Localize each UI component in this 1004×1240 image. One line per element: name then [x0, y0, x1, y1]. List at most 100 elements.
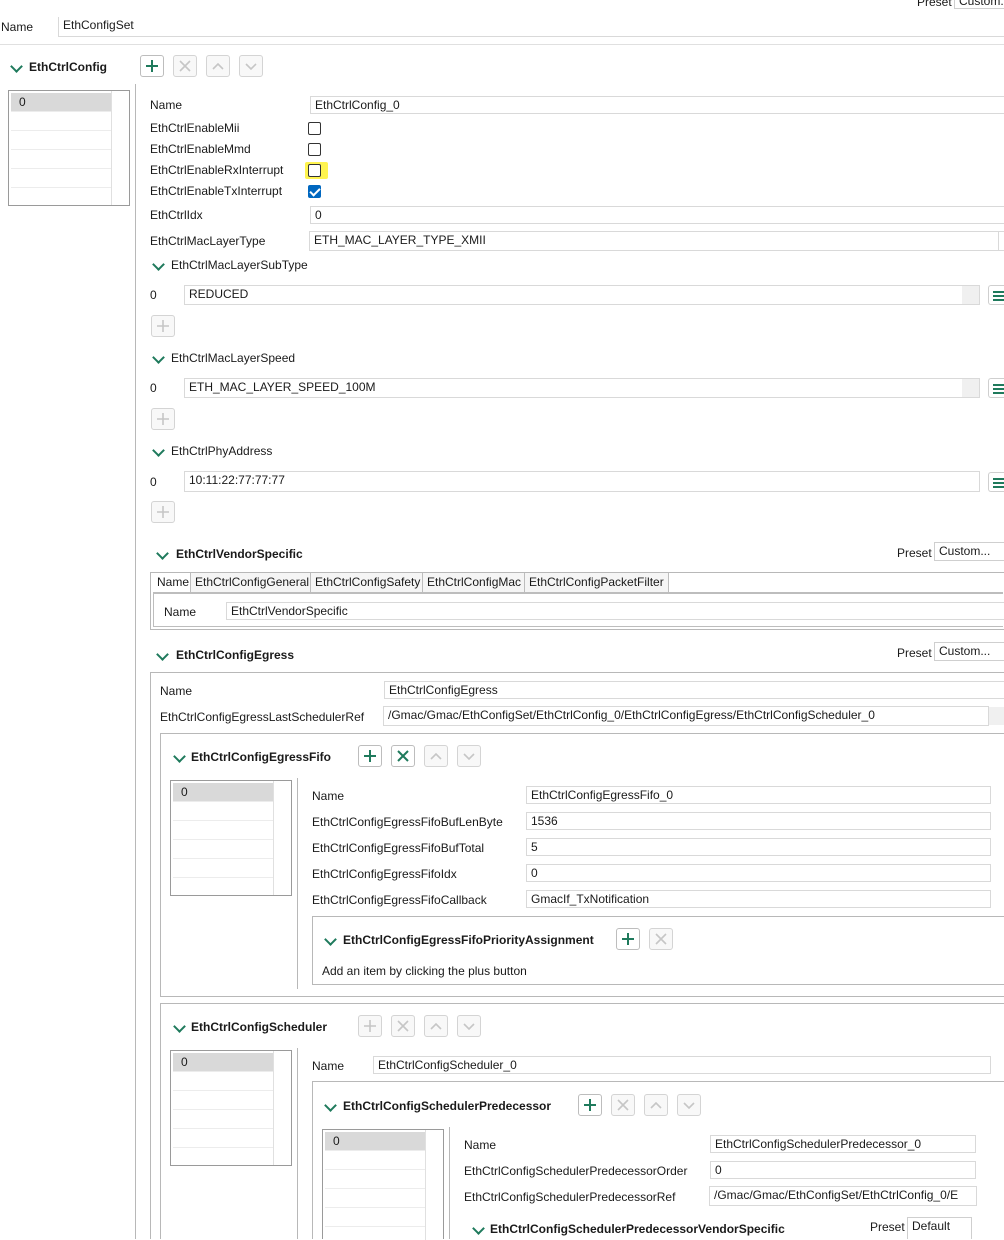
- predecessor-list[interactable]: 0: [322, 1129, 444, 1240]
- list-item: [11, 131, 111, 150]
- mac-layer-speed-select[interactable]: ETH_MAC_LAYER_SPEED_100M: [184, 378, 980, 398]
- predecessor-add-button[interactable]: [578, 1094, 602, 1116]
- vendor-specific-preset-select[interactable]: Custom...: [934, 542, 1004, 561]
- ctrl-idx-input[interactable]: 0: [310, 206, 1004, 224]
- scheduler-move-down-button[interactable]: [457, 1015, 481, 1037]
- scheduler-list[interactable]: 0: [170, 1050, 292, 1166]
- fifo-move-up-button[interactable]: [424, 745, 448, 767]
- list-item[interactable]: 0: [173, 783, 273, 802]
- fifo-idx-input[interactable]: 0: [526, 864, 991, 882]
- vendor-specific-name-label: Name: [164, 605, 197, 619]
- vendor-specific-tab-content: Name EthCtrlVendorSpecific: [153, 593, 1004, 627]
- last-scheduler-ref-select[interactable]: /Gmac/Gmac/EthConfigSet/EthCtrlConfig_0/…: [383, 706, 989, 726]
- list-item[interactable]: 0: [325, 1132, 425, 1151]
- chevron-up-icon: [430, 752, 442, 760]
- fifo-remove-button[interactable]: [391, 745, 415, 767]
- ethctrlconfig-move-up-button[interactable]: [206, 55, 230, 77]
- list-scrollbar-track[interactable]: [111, 91, 112, 205]
- enable-rx-interrupt-label: EthCtrlEnableRxInterrupt: [150, 163, 284, 177]
- scheduler-move-up-button[interactable]: [424, 1015, 448, 1037]
- list-scrollbar-track[interactable]: [273, 1051, 274, 1165]
- ethctrlconfig-remove-button[interactable]: [173, 55, 197, 77]
- predecessor-order-label: EthCtrlConfigSchedulerPredecessorOrder: [464, 1164, 688, 1178]
- enable-mii-checkbox[interactable]: [308, 122, 321, 135]
- fifo-add-button[interactable]: [358, 745, 382, 767]
- last-scheduler-ref-dropdown-button[interactable]: [989, 707, 1004, 725]
- fifo-buf-total-input[interactable]: 5: [526, 838, 991, 856]
- ethctrlconfig-add-button[interactable]: [140, 55, 164, 77]
- egress-chevron-icon[interactable]: [156, 648, 169, 661]
- mac-layer-type-dropdown-edge[interactable]: [999, 231, 1004, 251]
- predecessor-move-down-button[interactable]: [677, 1094, 701, 1116]
- top-preset-select[interactable]: Custom...: [954, 0, 1004, 9]
- ethctrlconfig-move-down-button[interactable]: [239, 55, 263, 77]
- mac-layer-subtype-dropdown-button[interactable]: [962, 286, 979, 304]
- list-item[interactable]: 0: [173, 1053, 273, 1072]
- priority-remove-button[interactable]: [649, 928, 673, 950]
- predecessor-ref-select[interactable]: /Gmac/Gmac/EthConfigSet/EthCtrlConfig_0/…: [709, 1186, 977, 1206]
- enable-tx-interrupt-label: EthCtrlEnableTxInterrupt: [150, 184, 283, 198]
- name-input[interactable]: EthCtrlConfig_0: [310, 96, 1004, 114]
- fifo-buf-len-input[interactable]: 1536: [526, 812, 991, 830]
- list-item: [173, 840, 273, 859]
- vendor-specific-chevron-icon[interactable]: [156, 547, 169, 560]
- egress-preset-select[interactable]: Custom...: [934, 642, 1004, 661]
- mac-layer-subtype-add-button[interactable]: [151, 315, 175, 337]
- vendor-specific-name-input[interactable]: EthCtrlVendorSpecific: [226, 602, 1004, 620]
- tab-ethctrlconfigsafety[interactable]: EthCtrlConfigSafety: [311, 573, 423, 592]
- scheduler-add-button[interactable]: [358, 1015, 382, 1037]
- mac-layer-type-select[interactable]: ETH_MAC_LAYER_TYPE_XMII: [309, 231, 999, 251]
- mac-layer-speed-index: 0: [150, 381, 157, 395]
- tab-ethctrlconfigmac[interactable]: EthCtrlConfigMac: [423, 573, 525, 592]
- phy-address-title: EthCtrlPhyAddress: [171, 444, 273, 458]
- list-item: [173, 1110, 273, 1129]
- predecessor-move-up-button[interactable]: [644, 1094, 668, 1116]
- priority-empty-hint: Add an item by clicking the plus button: [322, 964, 527, 978]
- mac-layer-subtype-title: EthCtrlMacLayerSubType: [171, 258, 308, 272]
- list-item: [11, 169, 111, 188]
- enable-mmd-checkbox[interactable]: [308, 143, 321, 156]
- list-scrollbar-track[interactable]: [273, 781, 274, 895]
- predecessor-content-border: [449, 1127, 450, 1239]
- fifo-name-input[interactable]: EthCtrlConfigEgressFifo_0: [526, 786, 991, 804]
- predecessor-preset-select[interactable]: Default: [907, 1217, 972, 1239]
- predecessor-ref-label: EthCtrlConfigSchedulerPredecessorRef: [464, 1190, 676, 1204]
- mac-layer-speed-menu-button[interactable]: [988, 378, 1004, 398]
- scheduler-remove-button[interactable]: [391, 1015, 415, 1037]
- phy-address-add-button[interactable]: [151, 501, 175, 523]
- priority-add-button[interactable]: [616, 928, 640, 950]
- egress-name-input[interactable]: EthCtrlConfigEgress: [384, 681, 1004, 699]
- phy-address-chevron-icon[interactable]: [152, 444, 165, 457]
- ethctrlconfig-list[interactable]: 0: [8, 90, 130, 206]
- list-scrollbar-track[interactable]: [425, 1130, 426, 1240]
- mac-layer-speed-add-button[interactable]: [151, 408, 175, 430]
- mac-layer-speed-chevron-icon[interactable]: [152, 351, 165, 364]
- ethctrlconfig-collapse-chevron-icon[interactable]: [10, 60, 23, 73]
- predecessor-name-input[interactable]: EthCtrlConfigSchedulerPredecessor_0: [710, 1135, 976, 1153]
- predecessor-order-input[interactable]: 0: [710, 1161, 976, 1179]
- phy-address-menu-button[interactable]: [988, 472, 1004, 492]
- predecessor-preset-label: Preset: [870, 1220, 905, 1234]
- enable-tx-interrupt-checkbox[interactable]: [308, 185, 321, 198]
- predecessor-remove-button[interactable]: [611, 1094, 635, 1116]
- fifo-callback-input[interactable]: GmacIf_TxNotification: [526, 890, 991, 908]
- fifo-list[interactable]: 0: [170, 780, 292, 896]
- vendor-specific-title: EthCtrlVendorSpecific: [176, 547, 303, 561]
- mac-layer-subtype-chevron-icon[interactable]: [152, 258, 165, 271]
- enable-rx-interrupt-checkbox[interactable]: [308, 164, 321, 177]
- scheduler-name-input[interactable]: EthCtrlConfigScheduler_0: [373, 1056, 991, 1074]
- list-item: [325, 1170, 425, 1189]
- content-left-border: [135, 84, 136, 1239]
- fifo-idx-label: EthCtrlConfigEgressFifoIdx: [312, 867, 457, 881]
- tab-name[interactable]: Name: [153, 573, 191, 592]
- mac-layer-subtype-menu-button[interactable]: [988, 285, 1004, 305]
- tab-ethctrlconfigpacketfilter[interactable]: EthCtrlConfigPacketFilter: [525, 573, 669, 592]
- mac-layer-subtype-select[interactable]: REDUCED: [184, 285, 980, 305]
- mac-layer-speed-dropdown-button[interactable]: [962, 379, 979, 397]
- phy-address-input[interactable]: 10:11:22:77:77:77: [184, 471, 980, 492]
- top-name-input[interactable]: EthConfigSet: [58, 17, 1004, 37]
- list-item[interactable]: 0: [11, 93, 111, 112]
- fifo-move-down-button[interactable]: [457, 745, 481, 767]
- tab-ethctrlconfiggeneral[interactable]: EthCtrlConfigGeneral: [191, 573, 311, 592]
- mac-layer-speed-title: EthCtrlMacLayerSpeed: [171, 351, 296, 365]
